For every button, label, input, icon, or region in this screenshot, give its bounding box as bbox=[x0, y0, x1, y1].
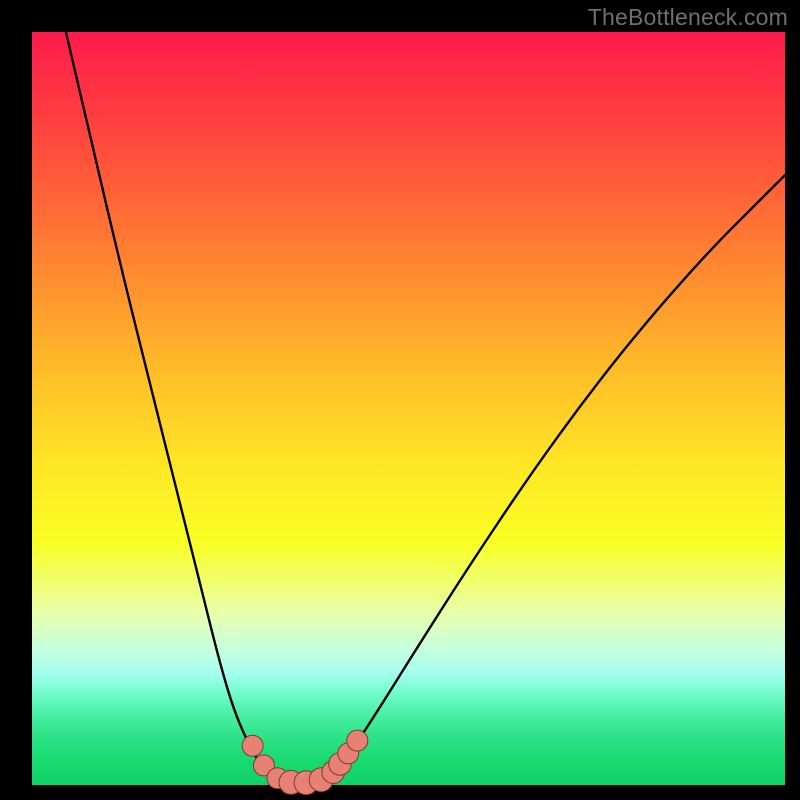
watermark-text: TheBottleneck.com bbox=[588, 4, 788, 31]
data-marker bbox=[347, 730, 368, 751]
data-marker bbox=[242, 735, 263, 756]
bottleneck-curve bbox=[66, 32, 785, 783]
plot-area bbox=[32, 32, 785, 785]
marker-group bbox=[242, 730, 368, 795]
chart-frame: TheBottleneck.com bbox=[0, 0, 800, 800]
chart-svg bbox=[32, 32, 785, 785]
curve-group bbox=[66, 32, 785, 795]
